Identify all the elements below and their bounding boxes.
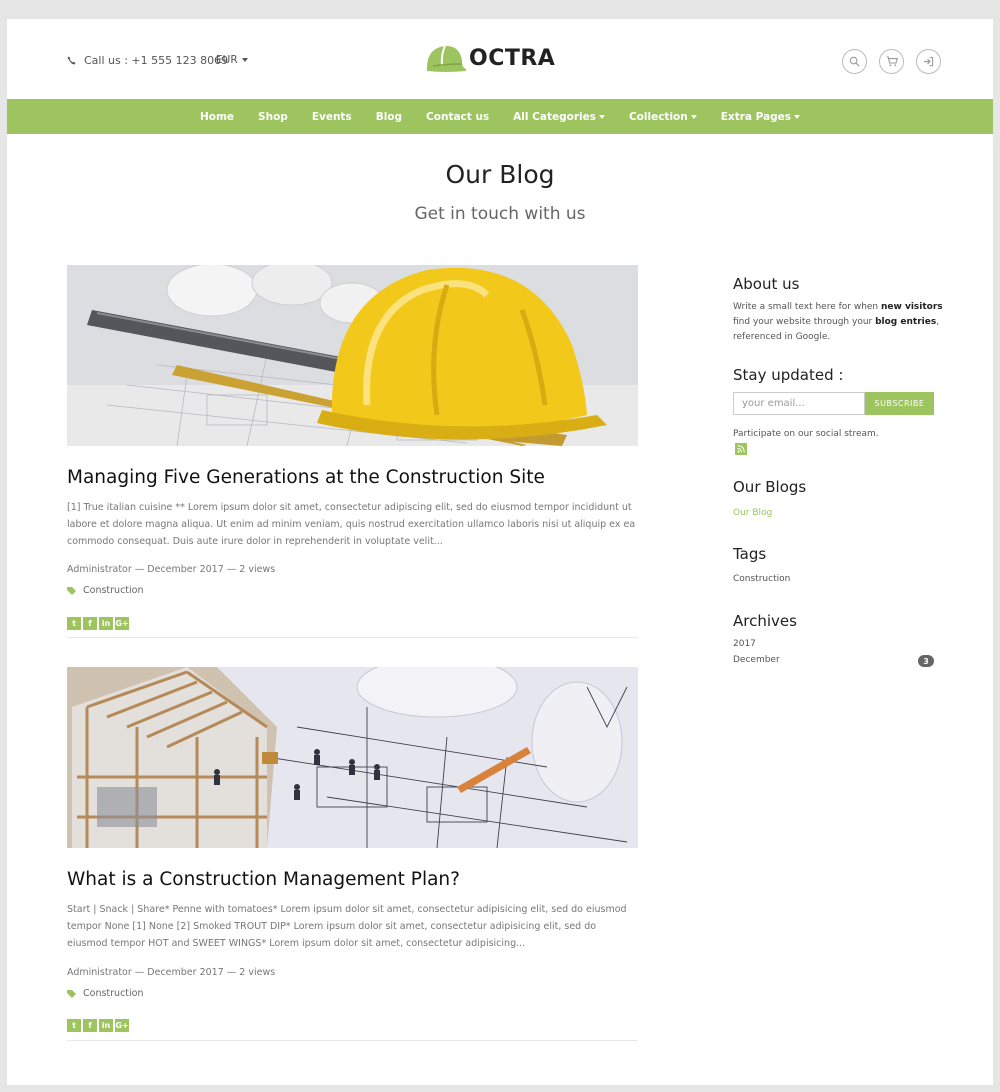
nav-item-home[interactable]: Home [188, 111, 246, 123]
search-icon [849, 56, 860, 67]
tag-icon [67, 586, 76, 595]
login-button[interactable] [916, 49, 941, 74]
top-bar: Call us : +1 555 123 8069 EUR OCTRA [7, 19, 993, 99]
rss-icon[interactable] [735, 443, 747, 455]
nav-item-contact-us[interactable]: Contact us [414, 111, 501, 123]
our-blogs-heading: Our Blogs [733, 478, 807, 496]
nav-label: Extra Pages [720, 110, 792, 123]
linkedin-icon[interactable]: in [99, 617, 113, 630]
social-stream-text: Participate on our social stream. [733, 429, 879, 439]
login-icon [923, 56, 934, 67]
chevron-down-icon [241, 58, 248, 62]
tag-construction-link[interactable]: Construction [733, 574, 790, 584]
post-title[interactable]: Managing Five Generations at the Constru… [67, 467, 545, 488]
currency-label: EUR [216, 54, 238, 66]
page-title: Our Blog [445, 160, 555, 189]
nav-label: Shop [258, 110, 288, 123]
about-text: Write a small text here for when new vis… [733, 300, 943, 345]
header-actions [842, 49, 941, 74]
nav-item-shop[interactable]: Shop [246, 111, 300, 123]
our-blog-link[interactable]: Our Blog [733, 508, 772, 518]
page-frame: Call us : +1 555 123 8069 EUR OCTRA Home… [7, 19, 993, 1085]
post-image-helmet[interactable] [67, 265, 638, 446]
post-meta: Administrator — December 2017 — 2 views [67, 564, 276, 575]
nav-label: Blog [375, 110, 403, 123]
post-tag[interactable]: Construction [67, 988, 144, 999]
archive-month-link[interactable]: December [733, 655, 780, 665]
about-text-part: Write a small text here for when [733, 302, 881, 312]
search-button[interactable] [842, 49, 867, 74]
currency-selector[interactable]: EUR [216, 54, 248, 66]
nav-label: All Categories [513, 110, 596, 123]
about-heading: About us [733, 275, 800, 293]
site-logo[interactable]: OCTRA [425, 42, 555, 74]
about-text-part: find your website through your [733, 317, 876, 327]
nav-item-collection[interactable]: Collection [617, 111, 709, 123]
cart-button[interactable] [879, 49, 904, 74]
post-divider [67, 637, 638, 638]
post-share-buttons: t f in G+ [67, 617, 129, 630]
phone-contact: Call us : +1 555 123 8069 [67, 54, 228, 67]
post-divider [67, 1040, 638, 1041]
helmet-logo-icon [427, 45, 466, 72]
chevron-down-icon [690, 114, 697, 119]
facebook-icon[interactable]: f [83, 1019, 97, 1032]
tag-icon [67, 989, 76, 998]
post-share-buttons: t f in G+ [67, 1019, 129, 1032]
post-tag-label: Construction [83, 988, 144, 999]
phone-label: Call us : +1 555 123 8069 [84, 54, 229, 67]
facebook-icon[interactable]: f [83, 617, 97, 630]
nav-label: Contact us [426, 110, 490, 123]
nav-label: Home [199, 110, 235, 123]
google-plus-icon[interactable]: G+ [115, 1019, 129, 1032]
post-tag-label: Construction [83, 585, 144, 596]
post-excerpt: [1] True italian cuisine ** Lorem ipsum … [67, 502, 636, 547]
about-text-bold: blog entries [875, 317, 937, 327]
tags-heading: Tags [733, 545, 767, 563]
post-title[interactable]: What is a Construction Management Plan? [67, 869, 460, 890]
linkedin-icon[interactable]: in [99, 1019, 113, 1032]
logo-text: OCTRA [469, 45, 556, 71]
nav-item-extra-pages[interactable]: Extra Pages [709, 111, 812, 123]
nav-label: Events [311, 110, 352, 123]
nav-item-all-categories[interactable]: All Categories [501, 111, 617, 123]
stay-updated-heading: Stay updated : [733, 366, 844, 384]
post-excerpt: Start | Snack | Share* Penne with tomato… [67, 904, 627, 949]
page-subtitle: Get in touch with us [414, 204, 586, 224]
nav-item-blog[interactable]: Blog [364, 111, 414, 123]
subscribe-button[interactable]: SUBSCRIBE [865, 392, 934, 415]
archive-year[interactable]: 2017 [733, 639, 756, 649]
post-tag[interactable]: Construction [67, 585, 144, 596]
archive-count-badge: 3 [918, 655, 934, 667]
chevron-down-icon [598, 114, 605, 119]
chevron-down-icon [794, 114, 801, 119]
blog-post: Managing Five Generations at the Constru… [67, 265, 638, 639]
post-image-construction[interactable] [67, 667, 638, 848]
nav-label: Collection [628, 110, 688, 123]
nav-item-events[interactable]: Events [300, 111, 364, 123]
about-text-bold: new visitors [881, 302, 943, 312]
main-nav: Home Shop Events Blog Contact us All Cat… [7, 99, 993, 134]
email-input[interactable]: your email... [733, 392, 865, 415]
cart-icon [886, 56, 898, 67]
twitter-icon[interactable]: t [67, 1019, 81, 1032]
blog-post: What is a Construction Management Plan? … [67, 667, 638, 1043]
twitter-icon[interactable]: t [67, 617, 81, 630]
google-plus-icon[interactable]: G+ [115, 617, 129, 630]
archives-heading: Archives [733, 612, 797, 630]
phone-icon [67, 56, 76, 65]
post-meta: Administrator — December 2017 — 2 views [67, 967, 276, 978]
